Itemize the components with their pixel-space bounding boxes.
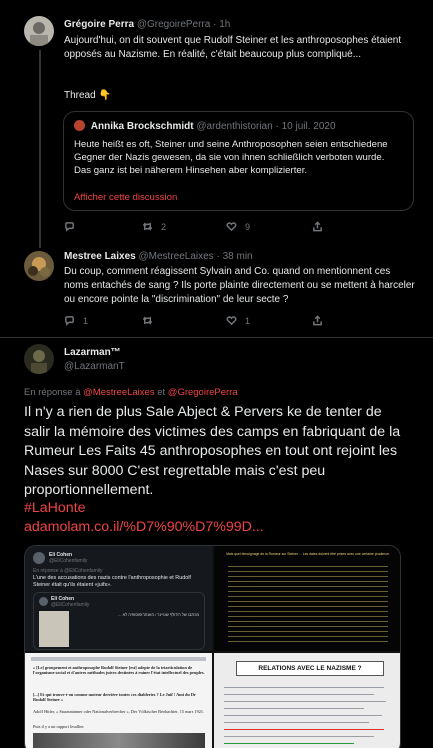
media-image-3[interactable]: « [Le] groupement et anthroposophe Rudol…	[25, 653, 212, 748]
tweet-actions: 1 1	[64, 315, 384, 329]
share-button[interactable]	[312, 221, 323, 232]
avatar-gregoire[interactable]	[24, 16, 54, 46]
gray-band	[31, 657, 206, 661]
mention-link[interactable]: @GregoirePerra	[168, 387, 238, 398]
quote-text: Heute heißt es oft, Steiner und seine An…	[74, 139, 388, 176]
main-author-name: Lazarman™	[64, 347, 121, 358]
quote-author-name: Annika Brockschmidt	[90, 121, 194, 132]
heart-icon	[226, 316, 237, 326]
quote-header: Annika Brockschmidt @ardenthistorian · 1…	[74, 120, 336, 132]
mini-reply-context: En réponse à @EliCohenfamily	[33, 568, 103, 574]
document-title: RELATIONS AVEC LE NAZISME ?	[236, 661, 384, 676]
quoted-tweet[interactable]: Annika Brockschmidt @ardenthistorian · 1…	[63, 111, 414, 211]
media-image-1[interactable]: Eli Cohen @EliCohenfamily En réponse à @…	[25, 546, 212, 651]
reply-button[interactable]: 1	[64, 315, 88, 326]
reply-and: et	[157, 387, 166, 398]
tweet-divider	[0, 337, 433, 338]
quote-avatar	[74, 120, 85, 131]
hitler-quote-cont: [...] Et qui trouve-t-on comme moteur de…	[33, 692, 196, 703]
tweet-text: Du coup, comment réagissent Sylvain and …	[64, 266, 415, 305]
highlighted-line	[224, 729, 384, 730]
retweet-icon	[142, 222, 153, 231]
heart-icon	[226, 222, 237, 232]
retweet-button[interactable]	[142, 315, 161, 326]
tweet-actions: 2 9	[64, 221, 384, 235]
media-grid: Eli Cohen @EliCohenfamily En réponse à @…	[24, 545, 401, 748]
reply-count: 1	[83, 315, 89, 326]
media-image-2[interactable]: Mais quel témoignage de la Rumeur sur St…	[214, 546, 400, 651]
mini-quote-handle: @EliCohenfamily	[51, 602, 90, 608]
avatar-lazarman[interactable]	[24, 344, 54, 374]
highlighted-line	[224, 743, 354, 744]
author-name[interactable]: Grégoire Perra	[64, 19, 134, 30]
document-lines	[228, 566, 388, 646]
share-icon	[313, 315, 322, 326]
text-line	[224, 736, 374, 737]
mini-avatar	[33, 552, 45, 564]
quote-author-handle: @ardenthistorian	[196, 121, 273, 132]
url-link[interactable]: adamolam.co.il/%D7%90%D7%99D...	[24, 519, 264, 535]
text-line	[224, 701, 386, 702]
text-line	[224, 715, 382, 716]
text-line	[224, 694, 374, 695]
thread-label: Thread 👇	[64, 90, 111, 101]
separator-dot: ·	[275, 121, 279, 132]
tweet-time[interactable]: 38 min	[223, 251, 253, 262]
reply-icon	[65, 222, 74, 232]
document-text: Mais quel témoignage de la Rumeur sur St…	[226, 552, 390, 556]
show-thread-link[interactable]: Afficher cette discussion	[74, 192, 177, 203]
text-line	[224, 687, 384, 688]
retweet-count: 2	[161, 221, 167, 232]
reply-button[interactable]	[64, 221, 83, 232]
quote-date: 10 juil. 2020	[281, 121, 336, 132]
mini-tweet-text: L'une des accusations des nazis contre l…	[33, 575, 191, 588]
main-tweet-text: Il n'y a rien de plus Sale Abject & Perv…	[24, 404, 401, 499]
media-image-4[interactable]: RELATIONS AVEC LE NAZISME ?	[214, 653, 400, 748]
mini-quote: Eli Cohen @EliCohenfamily מכתבו של רודול…	[33, 592, 205, 650]
separator-dot: ·	[213, 19, 217, 30]
avatar-mestree[interactable]	[24, 251, 54, 281]
tweet-header: Grégoire Perra @GregoirePerra · 1h	[64, 19, 230, 30]
reply-icon	[65, 316, 74, 326]
quote-attribution: Adolf Hitler, « Staatsmänner oder Nation…	[33, 709, 205, 714]
mini-author-handle: @EliCohenfamily	[49, 558, 88, 564]
mini-quote-avatar	[39, 597, 48, 606]
like-button[interactable]: 9	[226, 221, 250, 232]
tweet-time[interactable]: 1h	[219, 19, 230, 30]
text-line	[224, 708, 364, 709]
retweet-button[interactable]: 2	[142, 221, 166, 232]
share-button[interactable]	[312, 315, 323, 326]
mini-quote-thumb	[39, 611, 69, 647]
text-line	[224, 722, 369, 723]
hitler-quote: « [Le] groupement et anthroposophe Rudol…	[33, 665, 205, 676]
separator-dot: ·	[216, 251, 220, 262]
hashtag-link[interactable]: #LaHonte	[24, 500, 86, 516]
reply-context: En réponse à @MestreeLaixes et @Gregoire…	[24, 387, 238, 398]
like-button[interactable]: 1	[226, 315, 250, 326]
reply-prefix: En réponse à	[24, 387, 81, 398]
mini-quote-hebrew: מכתבו של רודולף שטיינר / האנתרופוסופיה ל…	[118, 612, 199, 617]
footer-text: Puis il y a un rapport lesallier.	[33, 724, 85, 729]
author-name[interactable]: Mestree Laixes	[64, 251, 136, 262]
mention-link[interactable]: @MestreeLaixes	[83, 387, 154, 398]
main-author-handle: @LazarmanT	[64, 361, 125, 372]
author-handle[interactable]: @MestreeLaixes	[139, 251, 214, 262]
tweet-header: Mestree Laixes @MestreeLaixes · 38 min	[64, 251, 253, 262]
author-handle[interactable]: @GregoirePerra	[137, 19, 211, 30]
like-count: 9	[245, 221, 251, 232]
like-count: 1	[245, 315, 251, 326]
share-icon	[313, 221, 322, 232]
retweet-icon	[142, 316, 153, 325]
embedded-photo	[33, 733, 205, 748]
tweet-text: Aujourd'hui, on dit souvent que Rudolf S…	[64, 35, 402, 60]
thread-connector	[39, 50, 41, 248]
